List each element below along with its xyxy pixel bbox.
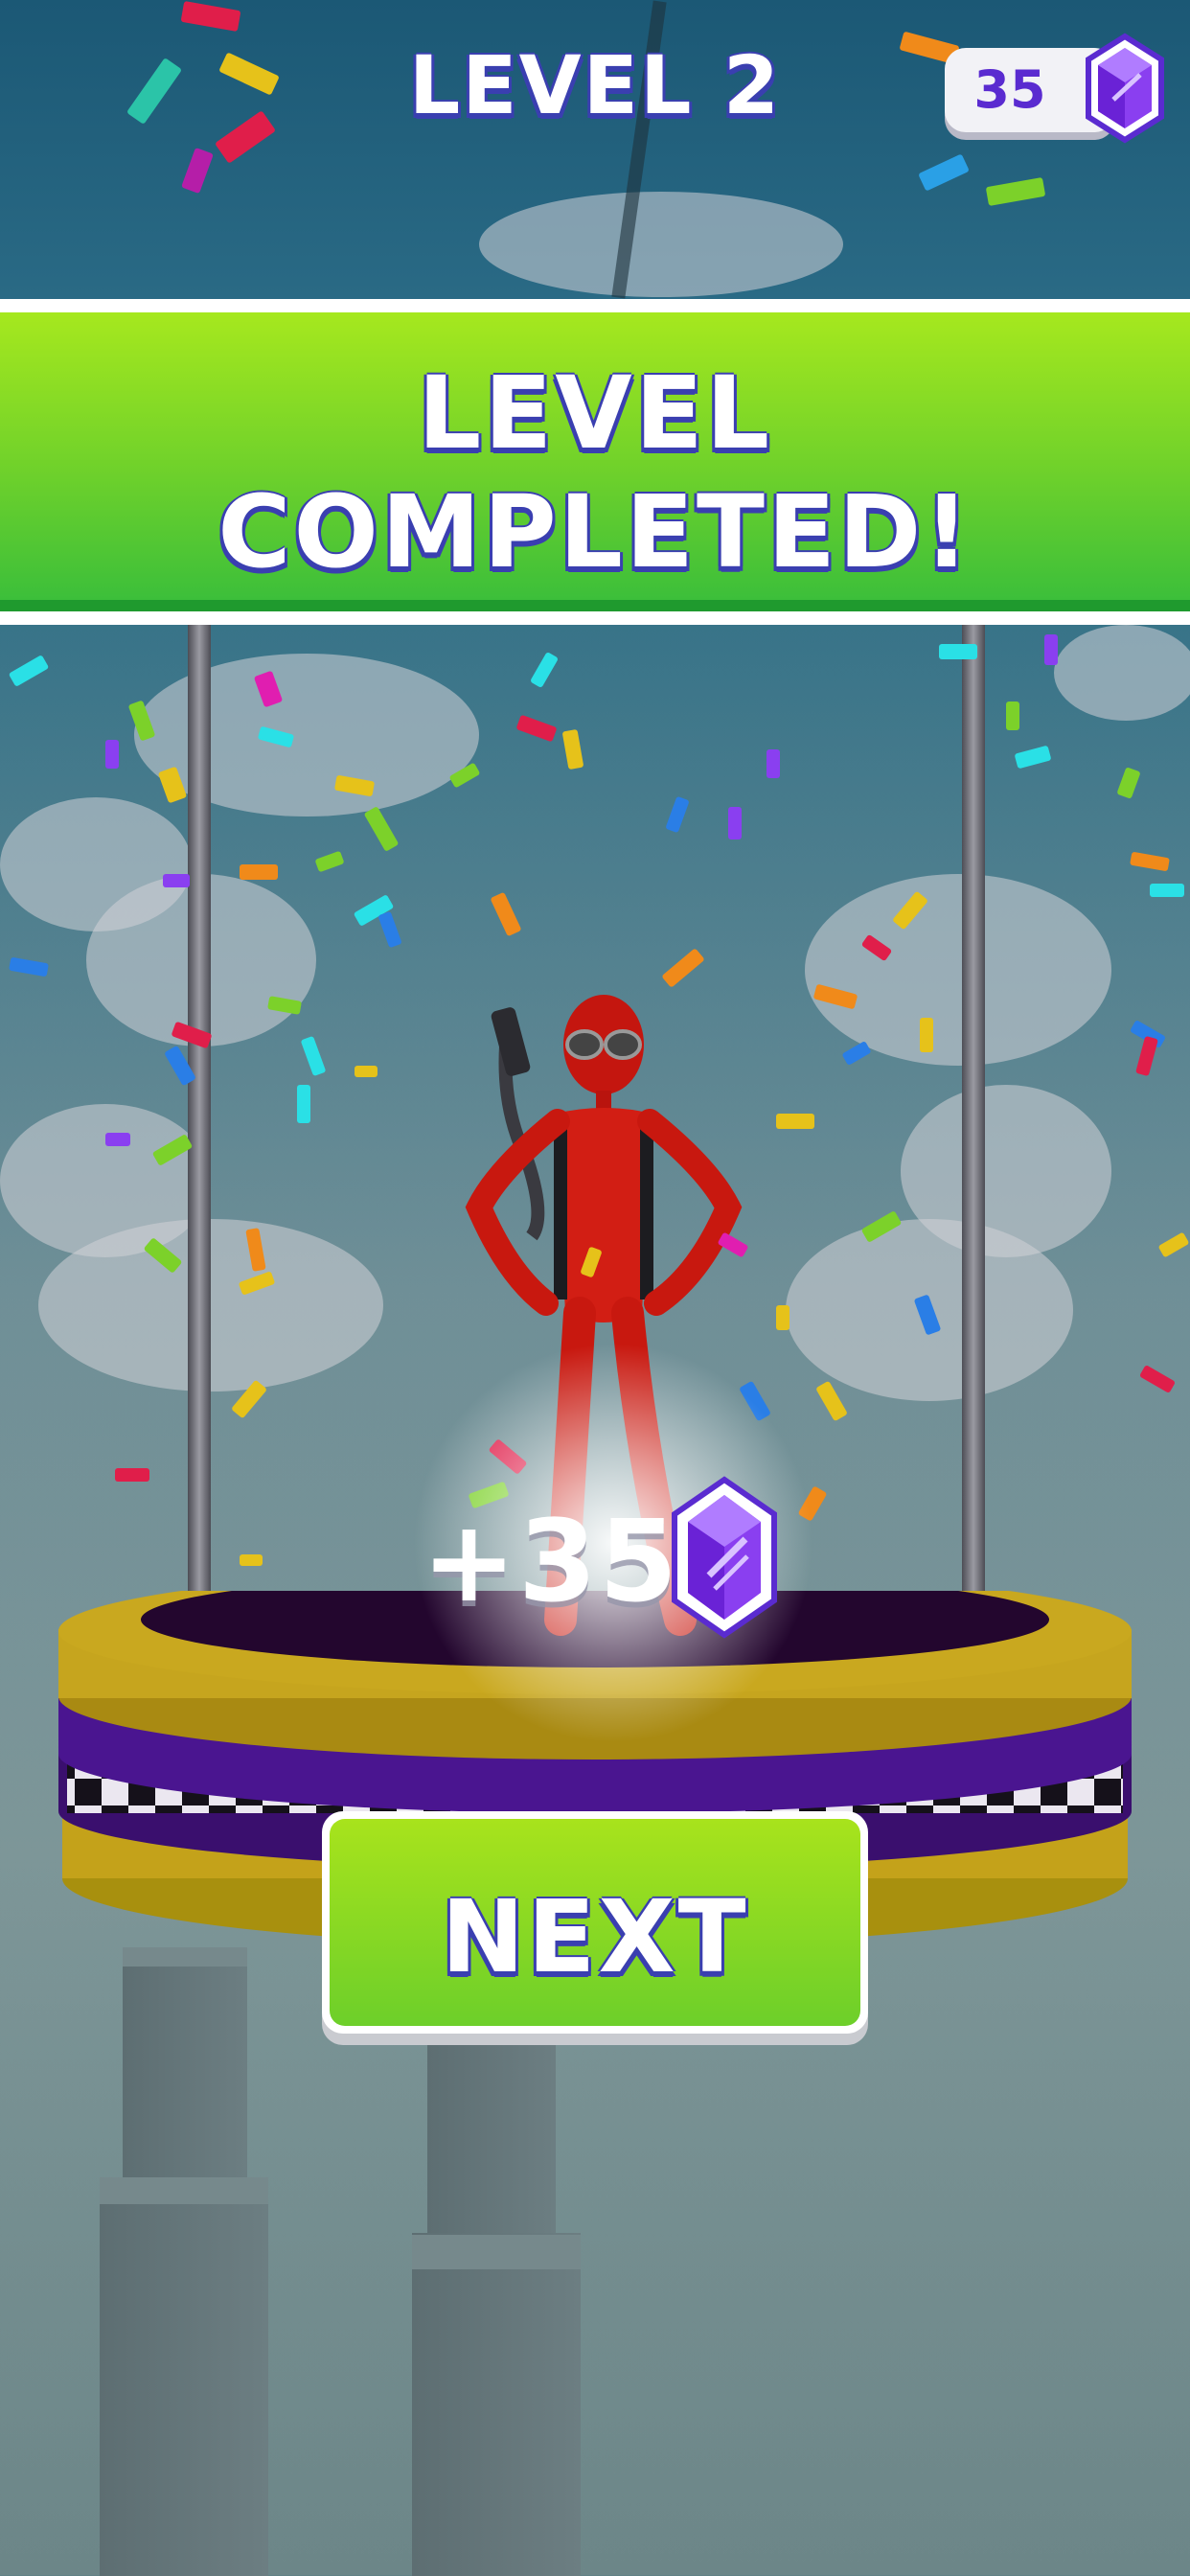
- confetti-piece: [355, 1066, 378, 1077]
- confetti-piece: [841, 1040, 872, 1067]
- confetti-piece: [490, 891, 522, 937]
- confetti-piece: [171, 1021, 213, 1049]
- confetti-piece: [1130, 851, 1170, 872]
- confetti-piece: [257, 725, 295, 748]
- confetti-piece: [253, 670, 284, 708]
- confetti-piece: [231, 1379, 267, 1419]
- confetti-piece: [1044, 634, 1058, 665]
- confetti-piece: [157, 766, 188, 804]
- banner-title-line1: LEVEL: [417, 355, 773, 472]
- next-button[interactable]: NEXT: [322, 1811, 868, 2034]
- confetti-piece: [728, 807, 742, 840]
- confetti-piece: [776, 1114, 814, 1129]
- confetti-piece: [767, 749, 780, 778]
- confetti-piece: [363, 806, 400, 852]
- confetti-piece: [300, 1035, 327, 1077]
- confetti-piece: [1116, 767, 1141, 799]
- confetti-piece: [115, 1468, 149, 1482]
- pillar: [100, 2185, 268, 2576]
- confetti-piece: [8, 655, 50, 687]
- confetti-piece: [939, 644, 977, 659]
- confetti-piece: [1006, 702, 1019, 730]
- confetti-piece: [314, 850, 345, 873]
- confetti-piece: [164, 1045, 196, 1087]
- confetti-piece: [812, 983, 858, 1010]
- confetti-piece: [240, 1554, 263, 1566]
- purple-gem-icon: [1085, 33, 1165, 148]
- confetti-piece: [127, 700, 156, 742]
- banner-title-line2: COMPLETED!: [217, 473, 973, 590]
- reward-amount: +35: [422, 1495, 680, 1627]
- pillar-top: [100, 2177, 268, 2204]
- confetti-piece: [892, 890, 928, 931]
- confetti-piece: [297, 1085, 310, 1123]
- confetti-piece: [151, 1134, 194, 1166]
- confetti-piece: [920, 1018, 933, 1052]
- confetti-piece: [143, 1237, 183, 1274]
- confetti-piece: [1135, 1035, 1158, 1077]
- pillar: [412, 2233, 581, 2576]
- confetti-piece: [661, 948, 705, 988]
- confetti-piece: [163, 874, 190, 887]
- confetti-piece: [561, 728, 584, 770]
- confetti-piece: [245, 1228, 266, 1272]
- confetti-piece: [815, 1380, 848, 1422]
- cloud: [479, 192, 843, 297]
- confetti-piece: [1014, 745, 1052, 770]
- level-completed-banner: LEVEL COMPLETED!: [0, 299, 1190, 625]
- next-button-label: NEXT: [441, 1878, 749, 1995]
- confetti-piece: [665, 795, 690, 834]
- gem-count: 35: [973, 59, 1046, 120]
- confetti-piece: [985, 176, 1046, 207]
- confetti-piece: [860, 1210, 903, 1243]
- confetti-piece: [333, 774, 376, 797]
- confetti-piece: [267, 996, 302, 1015]
- confetti-piece: [105, 1133, 130, 1146]
- pillar-top: [412, 2235, 581, 2269]
- confetti-piece: [105, 740, 119, 769]
- confetti-piece: [717, 1231, 749, 1258]
- confetti-piece: [238, 1271, 276, 1296]
- confetti-piece: [9, 956, 49, 978]
- confetti-piece: [181, 147, 214, 195]
- confetti-piece: [180, 0, 241, 33]
- confetti-piece: [918, 153, 970, 192]
- confetti-piece: [1150, 884, 1184, 897]
- confetti-piece: [448, 762, 481, 789]
- confetti-piece: [240, 864, 278, 880]
- next-button-face[interactable]: NEXT: [330, 1819, 860, 2026]
- confetti-piece: [580, 1246, 603, 1278]
- confetti-piece: [1157, 1231, 1190, 1258]
- confetti-piece: [913, 1294, 942, 1336]
- purple-gem-icon: [671, 1476, 778, 1643]
- confetti-piece: [529, 651, 560, 689]
- confetti-piece: [776, 1305, 790, 1330]
- confetti-piece: [515, 714, 558, 743]
- confetti-piece: [860, 933, 893, 962]
- confetti-piece: [1138, 1364, 1177, 1394]
- confetti-piece: [378, 910, 402, 949]
- banner-background: LEVEL COMPLETED!: [0, 312, 1190, 611]
